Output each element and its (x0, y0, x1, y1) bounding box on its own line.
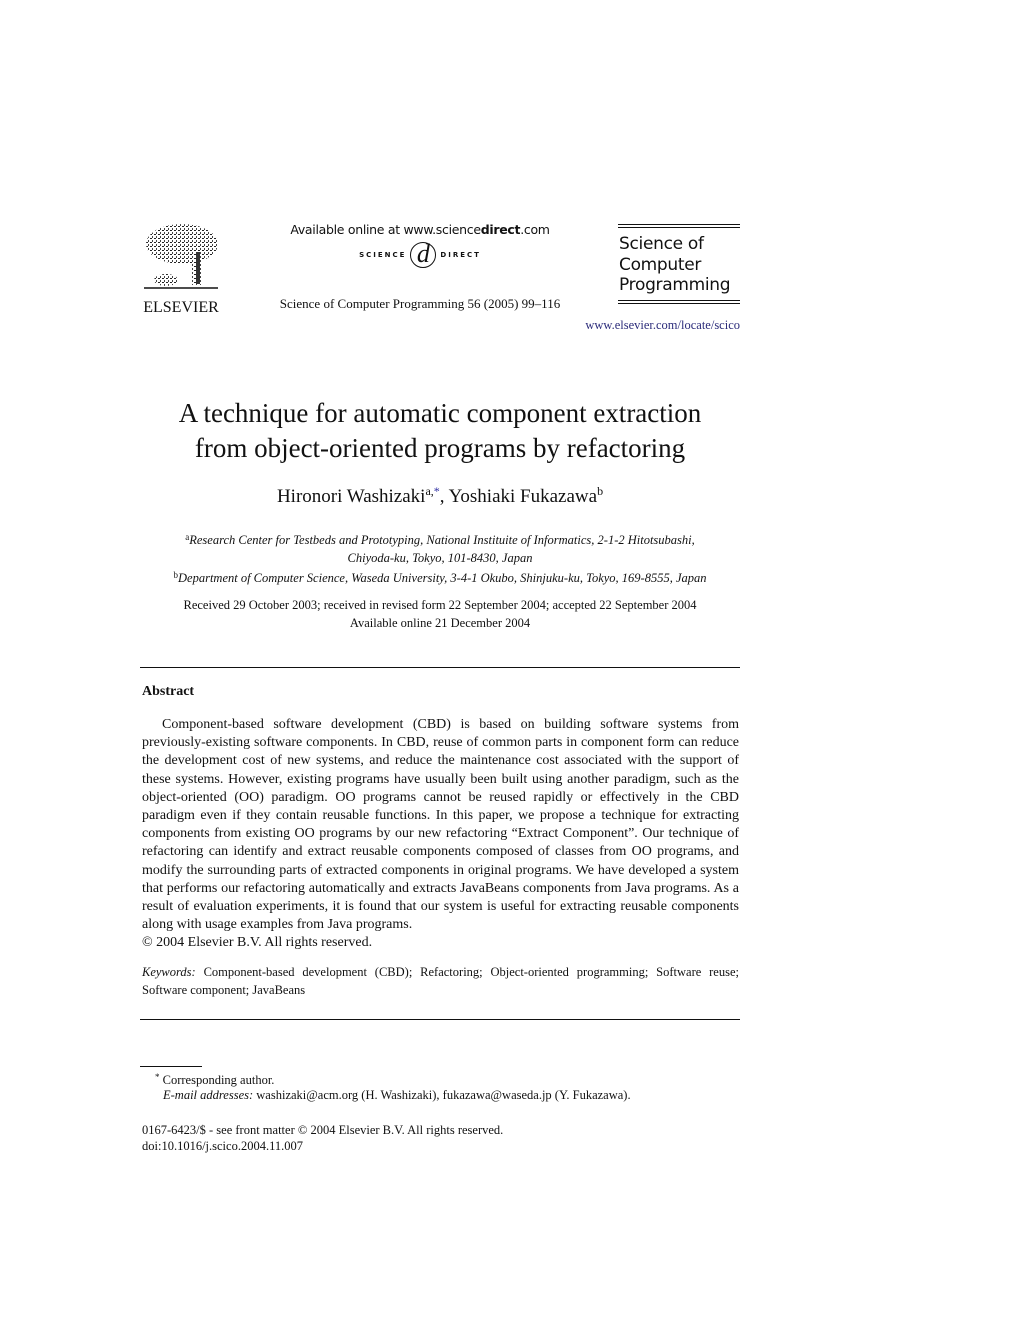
footnote-text: Corresponding author. (162, 1073, 275, 1087)
journal-reference: Science of Computer Programming 56 (2005… (279, 296, 561, 311)
journal-logo: Science of Computer Programming (618, 224, 740, 306)
affiliation-b: bDepartment of Computer Science, Waseda … (140, 567, 740, 588)
abstract-text: Component-based software development (CB… (142, 717, 739, 933)
affiliations: aResearch Center for Testbeds and Protot… (140, 529, 740, 588)
author-affiliation-marker: a, (425, 484, 434, 498)
available-online-date: Available online 21 December 2004 (349, 615, 531, 630)
journal-logo-rule (618, 224, 740, 225)
footnote-rule (140, 1066, 202, 1067)
author-affiliation-marker: b (597, 484, 604, 498)
author-separator: , (439, 486, 449, 507)
elsevier-tree-icon (144, 224, 218, 289)
sciencedirect-right: DIRECT (440, 251, 481, 259)
journal-url-link[interactable]: www.elsevier.com/locate/scico (560, 318, 740, 333)
footnotes: * Corresponding author. E-mail addresses… (155, 1070, 745, 1103)
received-dates: Received 29 October 2003; received in re… (183, 598, 697, 612)
corresponding-author-footnote: * Corresponding author. (155, 1070, 745, 1088)
author-name: Yoshiaki Fukazawa (448, 486, 598, 507)
keywords: Keywords: Component-based development (C… (142, 963, 739, 999)
journal-name: Science of Computer Programming (619, 234, 740, 296)
available-online-suffix: .com (520, 222, 550, 237)
abstract-bottom-rule (140, 1019, 740, 1020)
abstract-copyright: © 2004 Elsevier B.V. All rights reserved… (142, 935, 373, 951)
doi-link[interactable]: doi:10.1016/j.scico.2004.11.007 (142, 1139, 742, 1155)
journal-name-line: Science of (619, 234, 704, 254)
journal-logo-rule (618, 299, 740, 301)
author-list: Hironori Washizakia,*, Yoshiaki Fukazawa… (140, 484, 740, 508)
affiliation-a: aResearch Center for Testbeds and Protot… (140, 529, 740, 550)
title-line: from object-oriented programs by refacto… (194, 433, 686, 463)
author-name: Hironori Washizaki (276, 486, 426, 507)
journal-name-line: Programming (619, 275, 731, 295)
keywords-label: Keywords: (142, 965, 196, 979)
available-online-prefix: Available online at www.science (290, 222, 481, 237)
footnote-marker: * (155, 1072, 160, 1082)
affiliation-text: Department of Computer Science, Waseda U… (178, 571, 707, 585)
sciencedirect-d-icon: d (410, 241, 437, 268)
keywords-list: Component-based development (CBD); Refac… (142, 965, 739, 997)
publication-footer: 0167-6423/$ - see front matter © 2004 El… (142, 1123, 742, 1154)
sciencedirect-logo: SCIENCE d DIRECT (330, 240, 510, 270)
journal-name-line: Computer (619, 254, 702, 275)
elsevier-wordmark: ELSEVIER (143, 299, 219, 316)
available-online-bold: direct (480, 222, 521, 237)
email-addresses: washizaki@acm.org (H. Washizaki), fukaza… (256, 1088, 631, 1102)
available-online-notice: Available online at www.sciencedirect.co… (270, 222, 570, 237)
abstract-body: Component-based software development (CB… (142, 716, 739, 953)
abstract-top-rule (140, 667, 740, 668)
abstract-heading: Abstract (142, 684, 195, 699)
issn-line: 0167-6423/$ - see front matter © 2004 El… (142, 1123, 504, 1137)
title-line: A technique for automatic component extr… (178, 398, 702, 428)
email-label: E-mail addresses: (163, 1088, 254, 1102)
article-history: Received 29 October 2003; received in re… (140, 597, 740, 632)
affiliation-text: Chiyoda-ku, Tokyo, 101-8430, Japan (347, 550, 533, 565)
journal-logo-rule (618, 227, 740, 228)
journal-logo-rule (618, 302, 740, 304)
affiliation-text: Research Center for Testbeds and Prototy… (189, 533, 695, 547)
paper-title: A technique for automatic component extr… (140, 396, 740, 466)
email-footnote: E-mail addresses: washizaki@acm.org (H. … (155, 1088, 745, 1103)
sciencedirect-left: SCIENCE (359, 251, 407, 259)
elsevier-logo: ELSEVIER (140, 222, 222, 316)
